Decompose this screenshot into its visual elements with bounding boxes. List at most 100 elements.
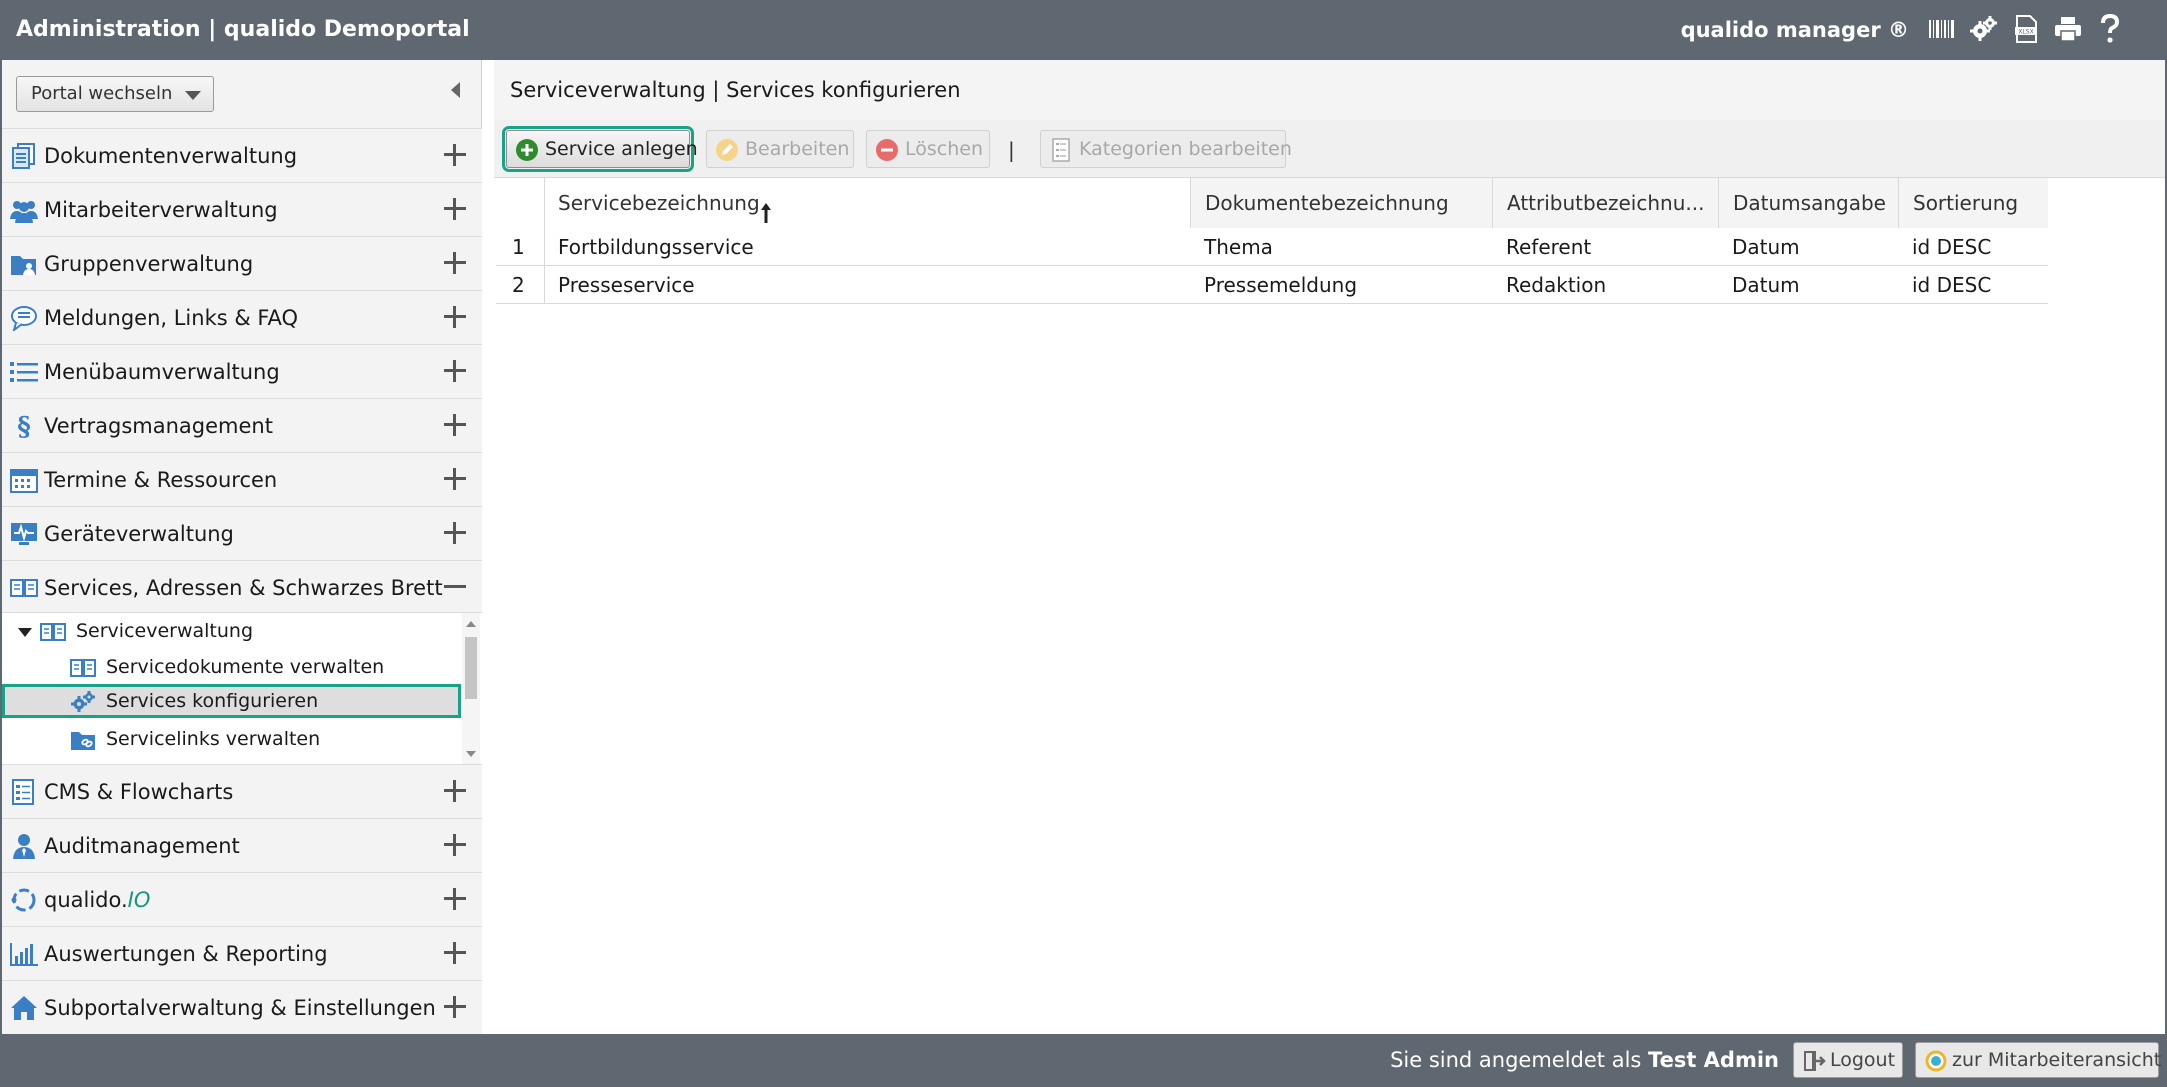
column-header-label: Attributbezeichnu... (1507, 191, 1705, 215)
nav-item-auditmanagement[interactable]: Auditmanagement (2, 818, 482, 872)
table-header: Servicebezeichnung Dokumentebezeichnung … (496, 178, 2048, 228)
portal-switch-select[interactable]: Portal wechseln (16, 76, 214, 112)
cell-date: Datum (1732, 235, 1800, 259)
nav-item-label: Vertragsmanagement (44, 414, 273, 438)
tree-node-serviceverwaltung[interactable]: Serviceverwaltung (2, 614, 462, 648)
delete-label: Löschen (905, 138, 983, 160)
plus-icon[interactable] (444, 414, 466, 436)
logout-button[interactable]: Logout (1793, 1042, 1903, 1078)
edit-button[interactable]: Bearbeiten (706, 130, 854, 168)
plus-icon[interactable] (444, 996, 466, 1018)
nav-item-dokumentenverwaltung[interactable]: Dokumentenverwaltung (2, 128, 482, 182)
nav-item-label: Auditmanagement (44, 834, 240, 858)
nav-item-meldungen[interactable]: Meldungen, Links & FAQ (2, 290, 482, 344)
nav-item-label: Auswertungen & Reporting (44, 942, 328, 966)
plus-icon[interactable] (444, 468, 466, 490)
top-bar: Administration | qualido Demoportal qual… (0, 0, 2167, 60)
open-book-icon (70, 656, 96, 678)
nav-item-geraeteverwaltung[interactable]: Geräteverwaltung (2, 506, 482, 560)
nav-item-vertragsmanagement[interactable]: § Vertragsmanagement (2, 398, 482, 452)
tree-node-servicedokumente[interactable]: Servicedokumente verwalten (2, 650, 462, 684)
nav-item-label: Services, Adressen & Schwarzes Brett (44, 576, 443, 600)
plus-icon[interactable] (444, 522, 466, 544)
xlsx-export-icon[interactable]: XLSX (2011, 14, 2041, 44)
cell-document: Thema (1204, 235, 1273, 259)
svg-text:XLSX: XLSX (2018, 29, 2033, 36)
delete-button[interactable]: Löschen (866, 130, 990, 168)
scroll-up-icon[interactable] (466, 621, 476, 627)
nav-item-services-adressen[interactable]: Services, Adressen & Schwarzes Brett (2, 560, 482, 614)
bar-chart-icon (10, 941, 38, 967)
nav-item-menuebaumverwaltung[interactable]: Menübaumverwaltung (2, 344, 482, 398)
plus-icon[interactable] (444, 834, 466, 856)
logout-label: Logout (1830, 1049, 1896, 1071)
login-status: Sie sind angemeldet als Test Admin (1390, 1034, 1779, 1087)
tree-node-servicelinks[interactable]: Servicelinks verwalten (2, 722, 462, 756)
nav-item-qualido-io[interactable]: qualido.IO (2, 872, 482, 926)
minus-icon[interactable] (444, 576, 466, 598)
tree-node-services-konfigurieren[interactable]: Services konfigurieren (2, 684, 461, 718)
table-row[interactable]: 2 Presseservice Pressemeldung Redaktion … (496, 266, 2048, 304)
plus-icon[interactable] (444, 888, 466, 910)
collapse-sidebar-icon[interactable] (451, 82, 460, 98)
print-icon[interactable] (2053, 14, 2083, 44)
qualido-label: qualido. (44, 888, 128, 912)
chevron-down-icon (185, 91, 201, 100)
nav-item-auswertungen[interactable]: Auswertungen & Reporting (2, 926, 482, 980)
column-header-datumsangabe[interactable]: Datumsangabe (1718, 178, 1898, 228)
plus-icon[interactable] (444, 144, 466, 166)
nav-item-label: Dokumentenverwaltung (44, 144, 298, 168)
io-label: IO (127, 888, 151, 912)
login-prefix: Sie sind angemeldet als (1390, 1048, 1642, 1072)
logout-icon (1802, 1049, 1826, 1071)
create-service-button[interactable]: Service anlegen (502, 126, 698, 172)
tree-node-label: Servicedokumente verwalten (106, 656, 385, 678)
plus-icon[interactable] (444, 252, 466, 274)
row-number: 2 (512, 273, 525, 297)
scroll-down-icon[interactable] (466, 751, 476, 757)
open-book-icon (10, 575, 38, 601)
barcode-icon[interactable] (1927, 14, 1957, 44)
table-row[interactable]: 1 Fortbildungsservice Thema Referent Dat… (496, 228, 2048, 266)
add-icon (515, 138, 539, 162)
nav-item-mitarbeiterverwaltung[interactable]: Mitarbeiterverwaltung (2, 182, 482, 236)
help-icon[interactable] (2095, 14, 2125, 44)
toolbar: Service anlegen Bearbeiten Löschen | Kat… (494, 120, 2165, 178)
sort-ascending-icon (760, 192, 772, 223)
cell-sort: id DESC (1912, 235, 1992, 259)
link-folder-icon (70, 728, 96, 750)
tree-scrollbar[interactable] (462, 613, 480, 765)
plus-icon[interactable] (444, 306, 466, 328)
employee-view-button[interactable]: zur Mitarbeiteransicht (1915, 1042, 2162, 1078)
column-header-servicebezeichnung[interactable]: Servicebezeichnung (544, 178, 1190, 228)
plus-icon[interactable] (444, 780, 466, 802)
nav-item-cms-flowcharts[interactable]: CMS & Flowcharts (2, 764, 482, 818)
nav-item-label: Termine & Ressourcen (44, 468, 278, 492)
column-header-label: Sortierung (1913, 191, 2019, 215)
device-monitor-icon (10, 521, 38, 547)
paragraph-icon: § (10, 412, 38, 442)
employee-view-label: zur Mitarbeiteransicht (1952, 1049, 2162, 1071)
plus-icon[interactable] (444, 360, 466, 382)
settings-gears-icon[interactable] (1969, 14, 1999, 44)
delete-icon (875, 138, 899, 162)
edit-categories-button[interactable]: Kategorien bearbeiten (1040, 130, 1292, 168)
plus-icon[interactable] (444, 942, 466, 964)
nav-item-label: CMS & Flowcharts (44, 780, 234, 804)
column-header-dokumentebezeichnung[interactable]: Dokumentebezeichnung (1190, 178, 1492, 228)
column-header-attributbezeichnung[interactable]: Attributbezeichnu... (1492, 178, 1718, 228)
scrollbar-thumb[interactable] (465, 637, 477, 699)
nav-item-subportalverwaltung[interactable]: Subportalverwaltung & Einstellungen (2, 980, 482, 1034)
caret-down-icon[interactable] (18, 628, 32, 637)
column-header-sortierung[interactable]: Sortierung (1898, 178, 2048, 228)
plus-icon[interactable] (444, 198, 466, 220)
column-header-label: Servicebezeichnung (558, 191, 760, 215)
nav-item-gruppenverwaltung[interactable]: Gruppenverwaltung (2, 236, 482, 290)
nav-item-label: Mitarbeiterverwaltung (44, 198, 278, 222)
cell-sort: id DESC (1912, 273, 1992, 297)
nav-item-termine[interactable]: Termine & Ressourcen (2, 452, 482, 506)
nav-item-label: Menübaumverwaltung (44, 360, 280, 384)
gears-icon (70, 690, 96, 712)
column-header-label: Datumsangabe (1733, 191, 1886, 215)
portal-switch-label: Portal wechseln (31, 83, 173, 104)
